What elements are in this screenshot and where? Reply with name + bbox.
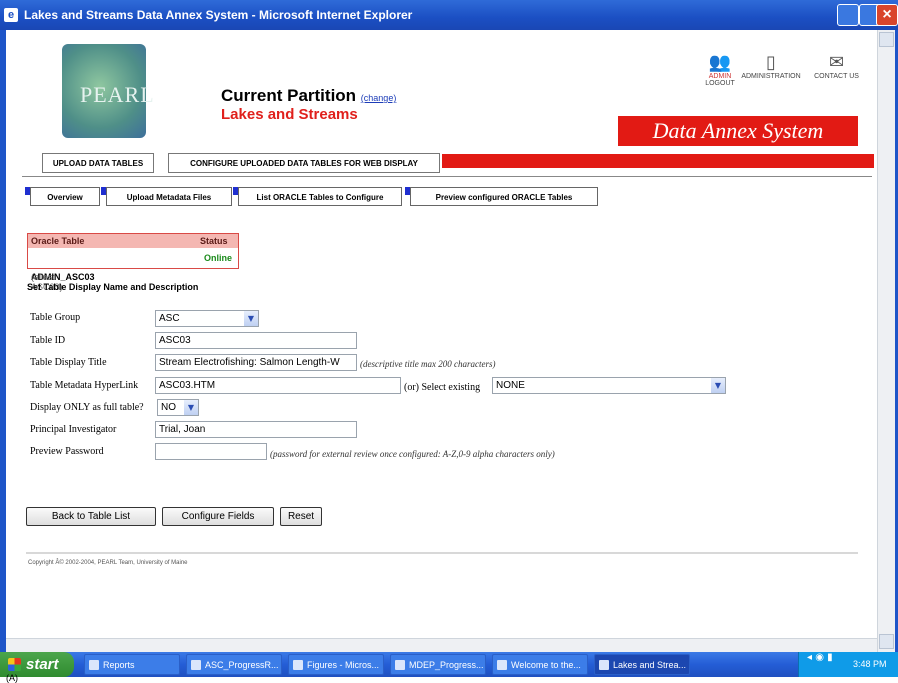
copyright-text: Copyright Â© 2002-2004, PEARL Team, Univ… — [28, 560, 188, 566]
display-title-label: Table Display Title — [30, 357, 107, 368]
pearl-logo: PEARL — [62, 44, 154, 138]
display-title-input[interactable]: Stream Electrofishing: Salmon Length-W — [155, 354, 357, 371]
tab-upload-data-tables[interactable]: UPLOAD DATA TABLES — [42, 153, 154, 173]
preview-password-label: Preview Password — [30, 446, 104, 457]
subtab-upload-metadata[interactable]: Upload Metadata Files — [101, 187, 232, 206]
taskbar-label: ASC_ProgressR... — [205, 660, 279, 670]
taskbar-item-reports[interactable]: Reports — [84, 654, 180, 675]
window-title: Lakes and Streams Data Annex System - Mi… — [24, 8, 413, 22]
below-caption-area: (A) — [0, 673, 898, 683]
partition-heading: Current Partition (change) — [221, 86, 396, 106]
taskbar-item-mdep-progress[interactable]: MDEP_Progress... — [390, 654, 486, 675]
taskbar: start Reports ASC_ProgressR... Figures -… — [0, 652, 898, 677]
logo-text: PEARL — [80, 82, 155, 107]
taskbar-item-figures[interactable]: Figures - Micros... — [288, 654, 384, 675]
main-nav: UPLOAD DATA TABLES CONFIGURE UPLOADED DA… — [22, 150, 874, 178]
chevron-down-icon: ▼ — [184, 400, 198, 415]
administration-link[interactable]: ▯ ADMINISTRATION — [736, 52, 806, 80]
table-group-select[interactable]: ASC ▼ — [155, 310, 259, 327]
main-nav-divider — [22, 176, 872, 177]
taskbar-label: MDEP_Progress... — [409, 660, 484, 670]
full-table-value: NO — [161, 402, 176, 413]
contact-us-link[interactable]: ✉ CONTACT US — [809, 52, 864, 80]
ie-icon: e — [4, 8, 18, 22]
scroll-down-arrow-icon[interactable] — [879, 634, 894, 649]
subtab-preview-oracle-tables[interactable]: Preview configured ORACLE Tables — [405, 187, 598, 206]
contact-label: CONTACT US — [814, 73, 859, 80]
or-select-label: (or) Select existing — [404, 382, 481, 393]
taskbar-item-asc-progress[interactable]: ASC_ProgressR... — [186, 654, 282, 675]
system-title-banner: Data Annex System — [618, 116, 858, 146]
status-header: Status — [200, 236, 228, 246]
windows-flag-icon — [8, 658, 21, 671]
word-doc-icon — [395, 660, 405, 670]
taskbar-label: Lakes and Strea... — [613, 660, 687, 670]
taskbar-item-lakes-and-streams[interactable]: Lakes and Strea... — [594, 654, 690, 675]
envelope-icon: ✉ — [828, 52, 845, 73]
table-id-input[interactable]: ASC03 — [155, 332, 357, 349]
table-status-box: Oracle Table Status ADMIN_ASC03 (alias: … — [27, 233, 239, 292]
sub-nav: Overview Upload Metadata Files List ORAC… — [22, 187, 602, 209]
display-title-hint: (descriptive title max 200 characters) — [360, 359, 496, 369]
close-button[interactable]: × — [876, 4, 898, 26]
oracle-table-header: Oracle Table — [31, 236, 85, 246]
partition-label: Current Partition — [221, 86, 357, 105]
taskbar-label: Welcome to the... — [511, 660, 581, 670]
chevron-down-icon: ▼ — [244, 311, 258, 326]
main-nav-red-bar — [442, 154, 874, 168]
change-partition-link[interactable]: (change) — [361, 93, 397, 103]
logout-label: LOGOUT — [705, 80, 735, 87]
system-tray: ◂ ◉ ▮ 3:48 PM — [798, 652, 898, 677]
table-group-value: ASC — [159, 313, 180, 324]
taskbar-item-welcome[interactable]: Welcome to the... — [492, 654, 588, 675]
window-titlebar: e Lakes and Streams Data Annex System - … — [0, 0, 898, 30]
metadata-link-input[interactable]: ASC03.HTM — [155, 377, 401, 394]
vertical-scrollbar[interactable] — [877, 30, 895, 652]
subtab-overview[interactable]: Overview — [25, 187, 100, 206]
table-group-label: Table Group — [30, 312, 81, 323]
taskbar-label: Figures - Micros... — [307, 660, 380, 670]
status-header-row: Oracle Table Status — [28, 234, 238, 248]
metadata-existing-select[interactable]: NONE ▼ — [492, 377, 726, 394]
partition-value: Lakes and Streams — [221, 106, 358, 123]
table-id-label: Table ID — [30, 335, 66, 346]
preview-password-input[interactable] — [155, 443, 267, 460]
metadata-link-label: Table Metadata HyperLink — [30, 380, 139, 391]
taskbar-label: Reports — [103, 660, 135, 670]
investigator-label: Principal Investigator — [30, 424, 117, 435]
investigator-input[interactable]: Trial, Joan — [155, 421, 357, 438]
status-online: Online — [204, 253, 233, 263]
start-label: start — [26, 656, 59, 673]
chevron-down-icon: ▼ — [711, 378, 725, 393]
configure-fields-button[interactable]: Configure Fields — [162, 507, 274, 526]
word-doc-icon — [191, 660, 201, 670]
page-content: PEARL Current Partition (change) Lakes a… — [6, 30, 877, 638]
tray-icons[interactable]: ◂ ◉ ▮ — [807, 652, 833, 663]
section-title: Set Table Display Name and Description — [27, 282, 199, 292]
full-table-label: Display ONLY as full table? — [30, 402, 144, 413]
ie-icon — [599, 660, 609, 670]
tab-configure-tables[interactable]: CONFIGURE UPLOADED DATA TABLES FOR WEB D… — [168, 153, 440, 173]
subtab-list-oracle-tables[interactable]: List ORACLE Tables to Configure — [233, 187, 402, 206]
scroll-up-arrow-icon[interactable] — [879, 32, 894, 47]
preview-password-hint: (password for external review once confi… — [270, 449, 555, 459]
word-doc-icon — [293, 660, 303, 670]
back-to-table-list-button[interactable]: Back to Table List — [26, 507, 156, 526]
horizontal-scrollbar[interactable] — [6, 638, 877, 653]
ie-icon — [497, 660, 507, 670]
administration-label: ADMINISTRATION — [741, 73, 801, 80]
folder-icon — [89, 660, 99, 670]
full-table-select[interactable]: NO ▼ — [157, 399, 199, 416]
clock: 3:48 PM — [853, 659, 887, 669]
reset-button[interactable]: Reset — [280, 507, 322, 526]
footer-divider — [26, 552, 858, 554]
figure-caption: (A) — [6, 673, 18, 683]
document-icon: ▯ — [766, 52, 776, 73]
metadata-select-value: NONE — [496, 380, 525, 391]
minimize-button[interactable] — [837, 4, 859, 26]
